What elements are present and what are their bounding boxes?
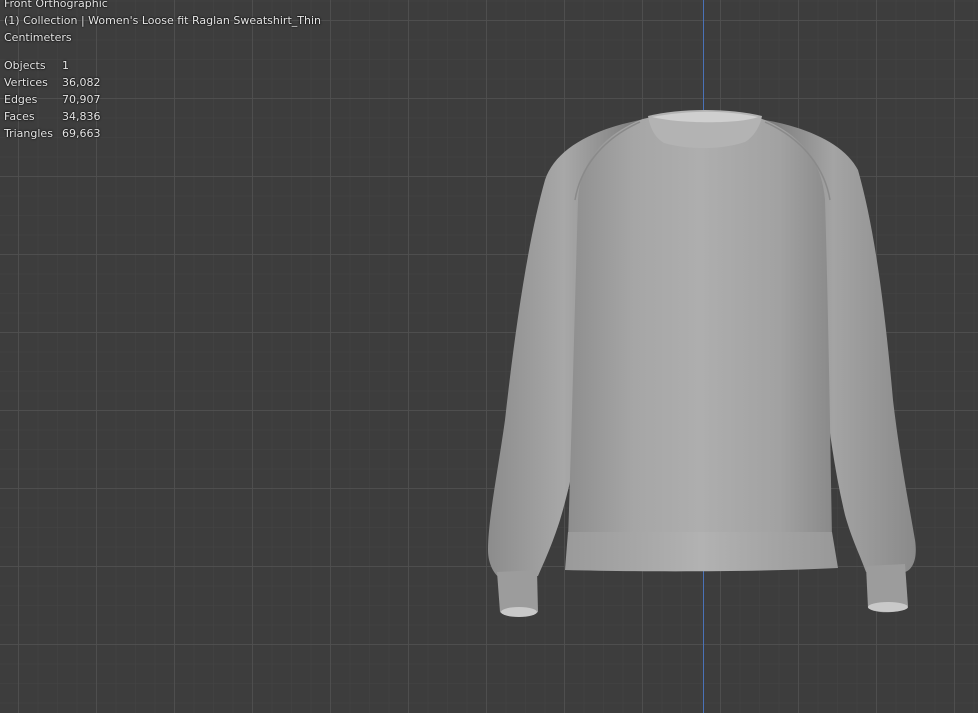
view-name: Front Orthographic: [4, 0, 108, 10]
stat-value: 34,836: [62, 110, 101, 123]
left-cuff-opening: [501, 607, 537, 617]
stat-triangles: Triangles 69,663: [4, 125, 321, 142]
stat-value: 69,663: [62, 127, 101, 140]
collection-info: (1) Collection | Women's Loose fit Ragla…: [4, 14, 321, 27]
hem-band: [565, 532, 838, 572]
scene-statistics: Objects 1 Vertices 36,082 Edges 70,907 F…: [4, 57, 321, 142]
stat-label: Vertices: [4, 76, 48, 89]
stat-value: 1: [62, 59, 69, 72]
scene-units: Centimeters: [4, 31, 72, 44]
body: [568, 114, 832, 540]
stat-faces: Faces 34,836: [4, 108, 321, 125]
stat-value: 70,907: [62, 93, 101, 106]
stat-value: 36,082: [62, 76, 101, 89]
stat-label: Objects: [4, 59, 46, 72]
stat-label: Triangles: [4, 127, 53, 140]
stat-edges: Edges 70,907: [4, 91, 321, 108]
viewport-text-overlay: Front Orthographic (1) Collection | Wome…: [4, 0, 321, 142]
stat-label: Edges: [4, 93, 38, 106]
3d-viewport[interactable]: Front Orthographic (1) Collection | Wome…: [0, 0, 978, 713]
stat-vertices: Vertices 36,082: [4, 74, 321, 91]
right-cuff-opening: [868, 602, 908, 612]
stat-objects: Objects 1: [4, 57, 321, 74]
stat-label: Faces: [4, 110, 35, 123]
